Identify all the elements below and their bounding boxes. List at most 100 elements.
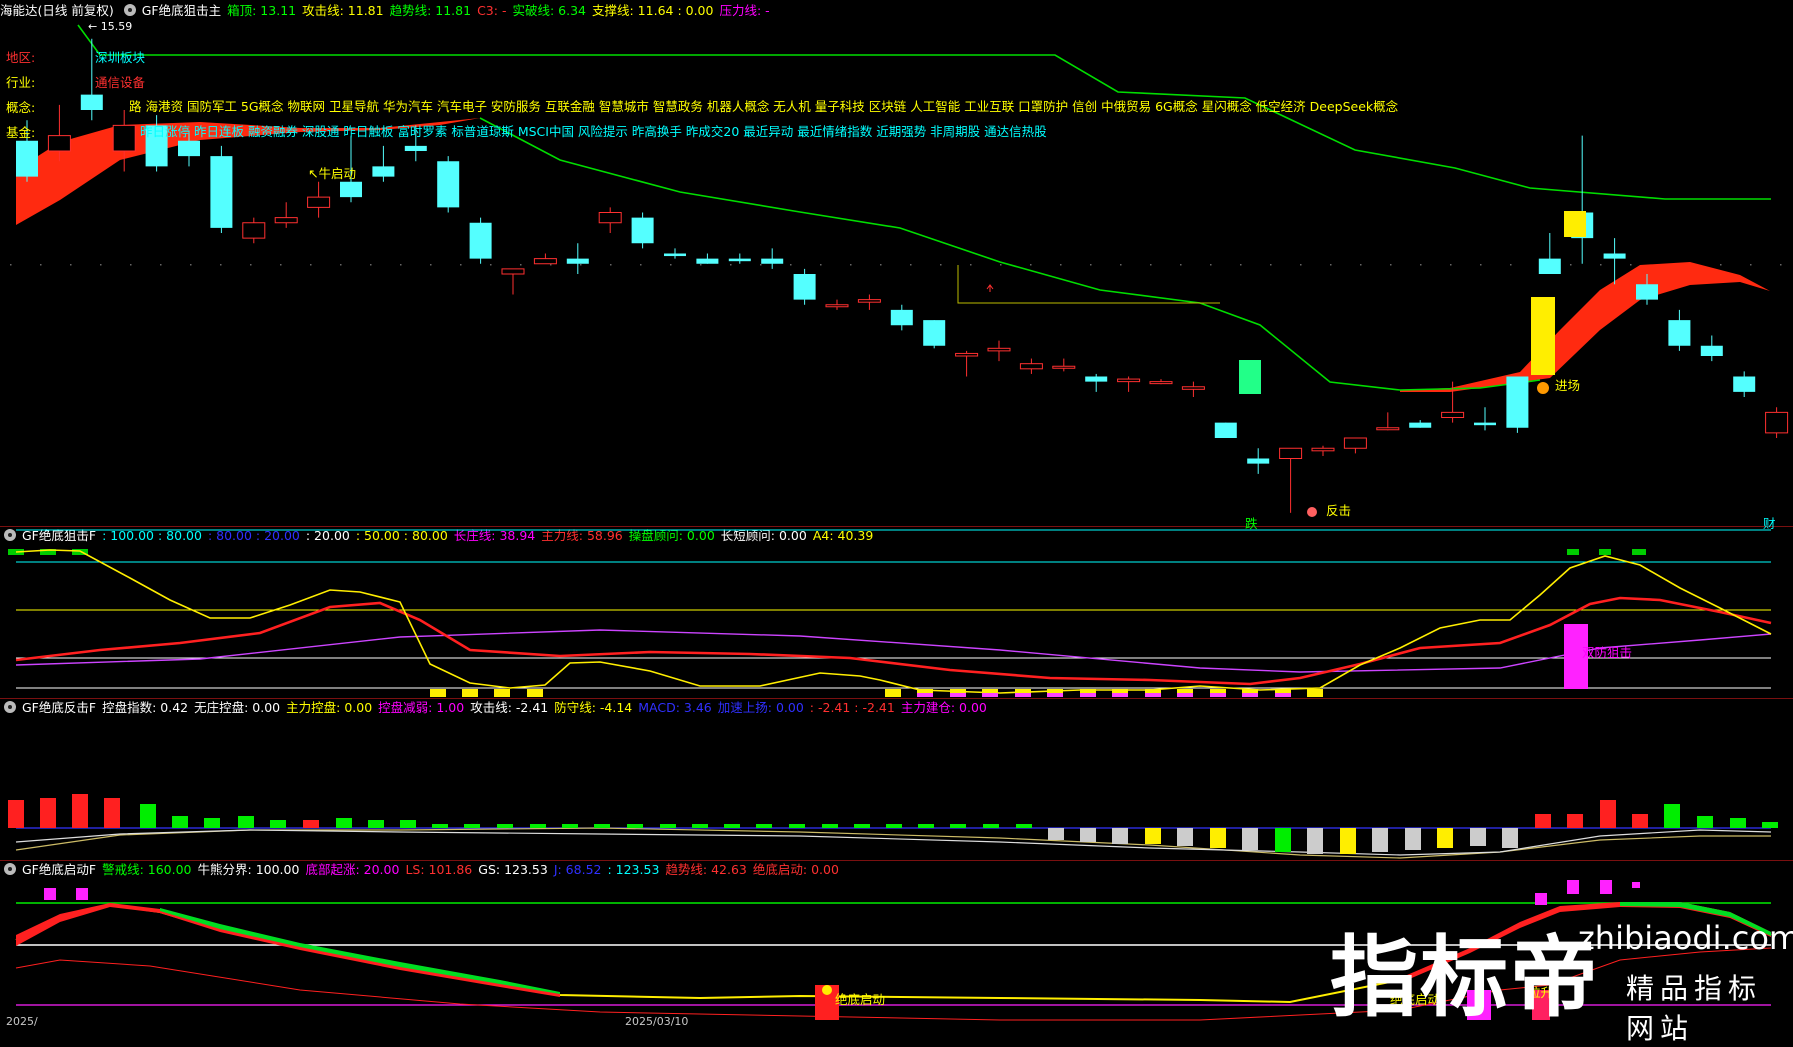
candle-body — [340, 181, 362, 198]
grid-dot — [400, 264, 402, 266]
grid-dot — [1510, 264, 1512, 266]
candle-body — [80, 94, 103, 110]
macd-bar — [8, 800, 24, 828]
candle-body — [1311, 447, 1335, 452]
candle-body — [1247, 458, 1270, 464]
grid-dot — [940, 264, 942, 266]
macd-bar — [854, 824, 870, 828]
bottom-square-pink — [917, 693, 933, 697]
candle-body — [1052, 365, 1076, 369]
macd-bar — [1600, 800, 1616, 828]
candle-body — [793, 274, 816, 300]
bottom-square — [1307, 689, 1323, 697]
bottom-square-pink — [1080, 693, 1096, 697]
grid-dot — [1300, 264, 1302, 266]
candle-body — [890, 309, 913, 326]
macd-bar — [886, 824, 902, 828]
high-price-label: ← 15.59 — [88, 20, 133, 33]
candle-body — [178, 140, 200, 157]
start-marker — [76, 888, 88, 900]
candle-body — [404, 145, 427, 151]
candle-body — [1279, 447, 1303, 459]
candle-body — [1214, 422, 1237, 438]
bottom-square-pink — [1210, 693, 1226, 697]
macd-bar — [1697, 816, 1713, 828]
candle-body — [1149, 381, 1173, 385]
macd-bar-neg — [1210, 828, 1226, 848]
watermark-brand: 指标帝 — [1330, 926, 1601, 1029]
industry-value: 通信设备 — [95, 75, 146, 90]
fanji-marker-icon — [1307, 507, 1317, 517]
macd-bar-neg — [1145, 828, 1161, 844]
grid-dot — [460, 264, 462, 266]
candle-body — [728, 258, 751, 262]
entry-marker-icon — [1537, 382, 1549, 394]
date-label-left: 2025/ — [6, 1015, 38, 1028]
signal-block — [1567, 549, 1579, 555]
candle-body — [1474, 422, 1496, 426]
main-chart[interactable] — [0, 0, 1793, 1027]
macd-bar — [1016, 824, 1032, 828]
candle-body — [857, 299, 881, 303]
macd-bar-neg — [1372, 828, 1388, 852]
grid-dot — [490, 264, 492, 266]
fund-label: 基金: — [6, 125, 36, 140]
candle-body — [1376, 427, 1400, 431]
macd-bar-neg — [1502, 828, 1518, 848]
grid-dot — [580, 264, 582, 266]
candle-body — [437, 161, 460, 208]
grid-dot — [40, 264, 42, 266]
grid-dot — [850, 264, 852, 266]
grid-dot — [1570, 264, 1572, 266]
macd-bar — [594, 824, 610, 828]
macd-bar — [172, 816, 188, 828]
start-marker — [1600, 880, 1612, 894]
bottom-square — [462, 689, 478, 697]
macd-bar — [562, 824, 578, 828]
candle-body — [1181, 386, 1205, 390]
grid-dot — [970, 264, 972, 266]
macd-bar — [789, 824, 805, 828]
macd-bar — [270, 820, 286, 828]
grid-dot — [1360, 264, 1362, 266]
macd-bar — [303, 820, 319, 828]
region-value: 深圳板块 — [95, 50, 146, 65]
candle-body — [598, 212, 622, 224]
candle-body — [1019, 363, 1043, 370]
grid-dot — [1150, 264, 1152, 266]
start-marker — [1567, 880, 1579, 894]
macd-bar — [692, 824, 708, 828]
macd-bar-neg — [1470, 828, 1486, 846]
macd-bar-neg — [1242, 828, 1258, 850]
grid-dot — [700, 264, 702, 266]
grid-dot — [790, 264, 792, 266]
bottom-square — [430, 689, 446, 697]
grid-dot — [670, 264, 672, 266]
up-arrow-icon — [986, 284, 994, 292]
money-bag-icon — [822, 985, 832, 995]
grid-dot — [220, 264, 222, 266]
macd-bar — [400, 820, 416, 828]
candle-body — [1700, 345, 1723, 356]
macd-bar — [1762, 822, 1778, 828]
candle-body — [1636, 284, 1658, 300]
support-line — [957, 265, 1220, 304]
grid-dot — [1630, 264, 1632, 266]
candle-body — [469, 222, 492, 259]
grid-dot — [1060, 264, 1062, 266]
bottom-square-pink — [1145, 693, 1161, 697]
candle-body — [1343, 437, 1367, 449]
macd-bar-neg — [1307, 828, 1323, 854]
macd-bar-neg — [1275, 828, 1291, 852]
macd-bar — [432, 824, 448, 828]
grid-dot — [1600, 264, 1602, 266]
grid-dot — [610, 264, 612, 266]
grid-dot — [1450, 264, 1452, 266]
macd-bar — [983, 824, 999, 828]
candle-body — [696, 258, 719, 264]
grid-dot — [880, 264, 882, 266]
macd-bar — [204, 818, 220, 828]
grid-dot — [1000, 264, 1002, 266]
candle-body — [664, 253, 686, 257]
macd-bar-neg — [1340, 828, 1356, 854]
